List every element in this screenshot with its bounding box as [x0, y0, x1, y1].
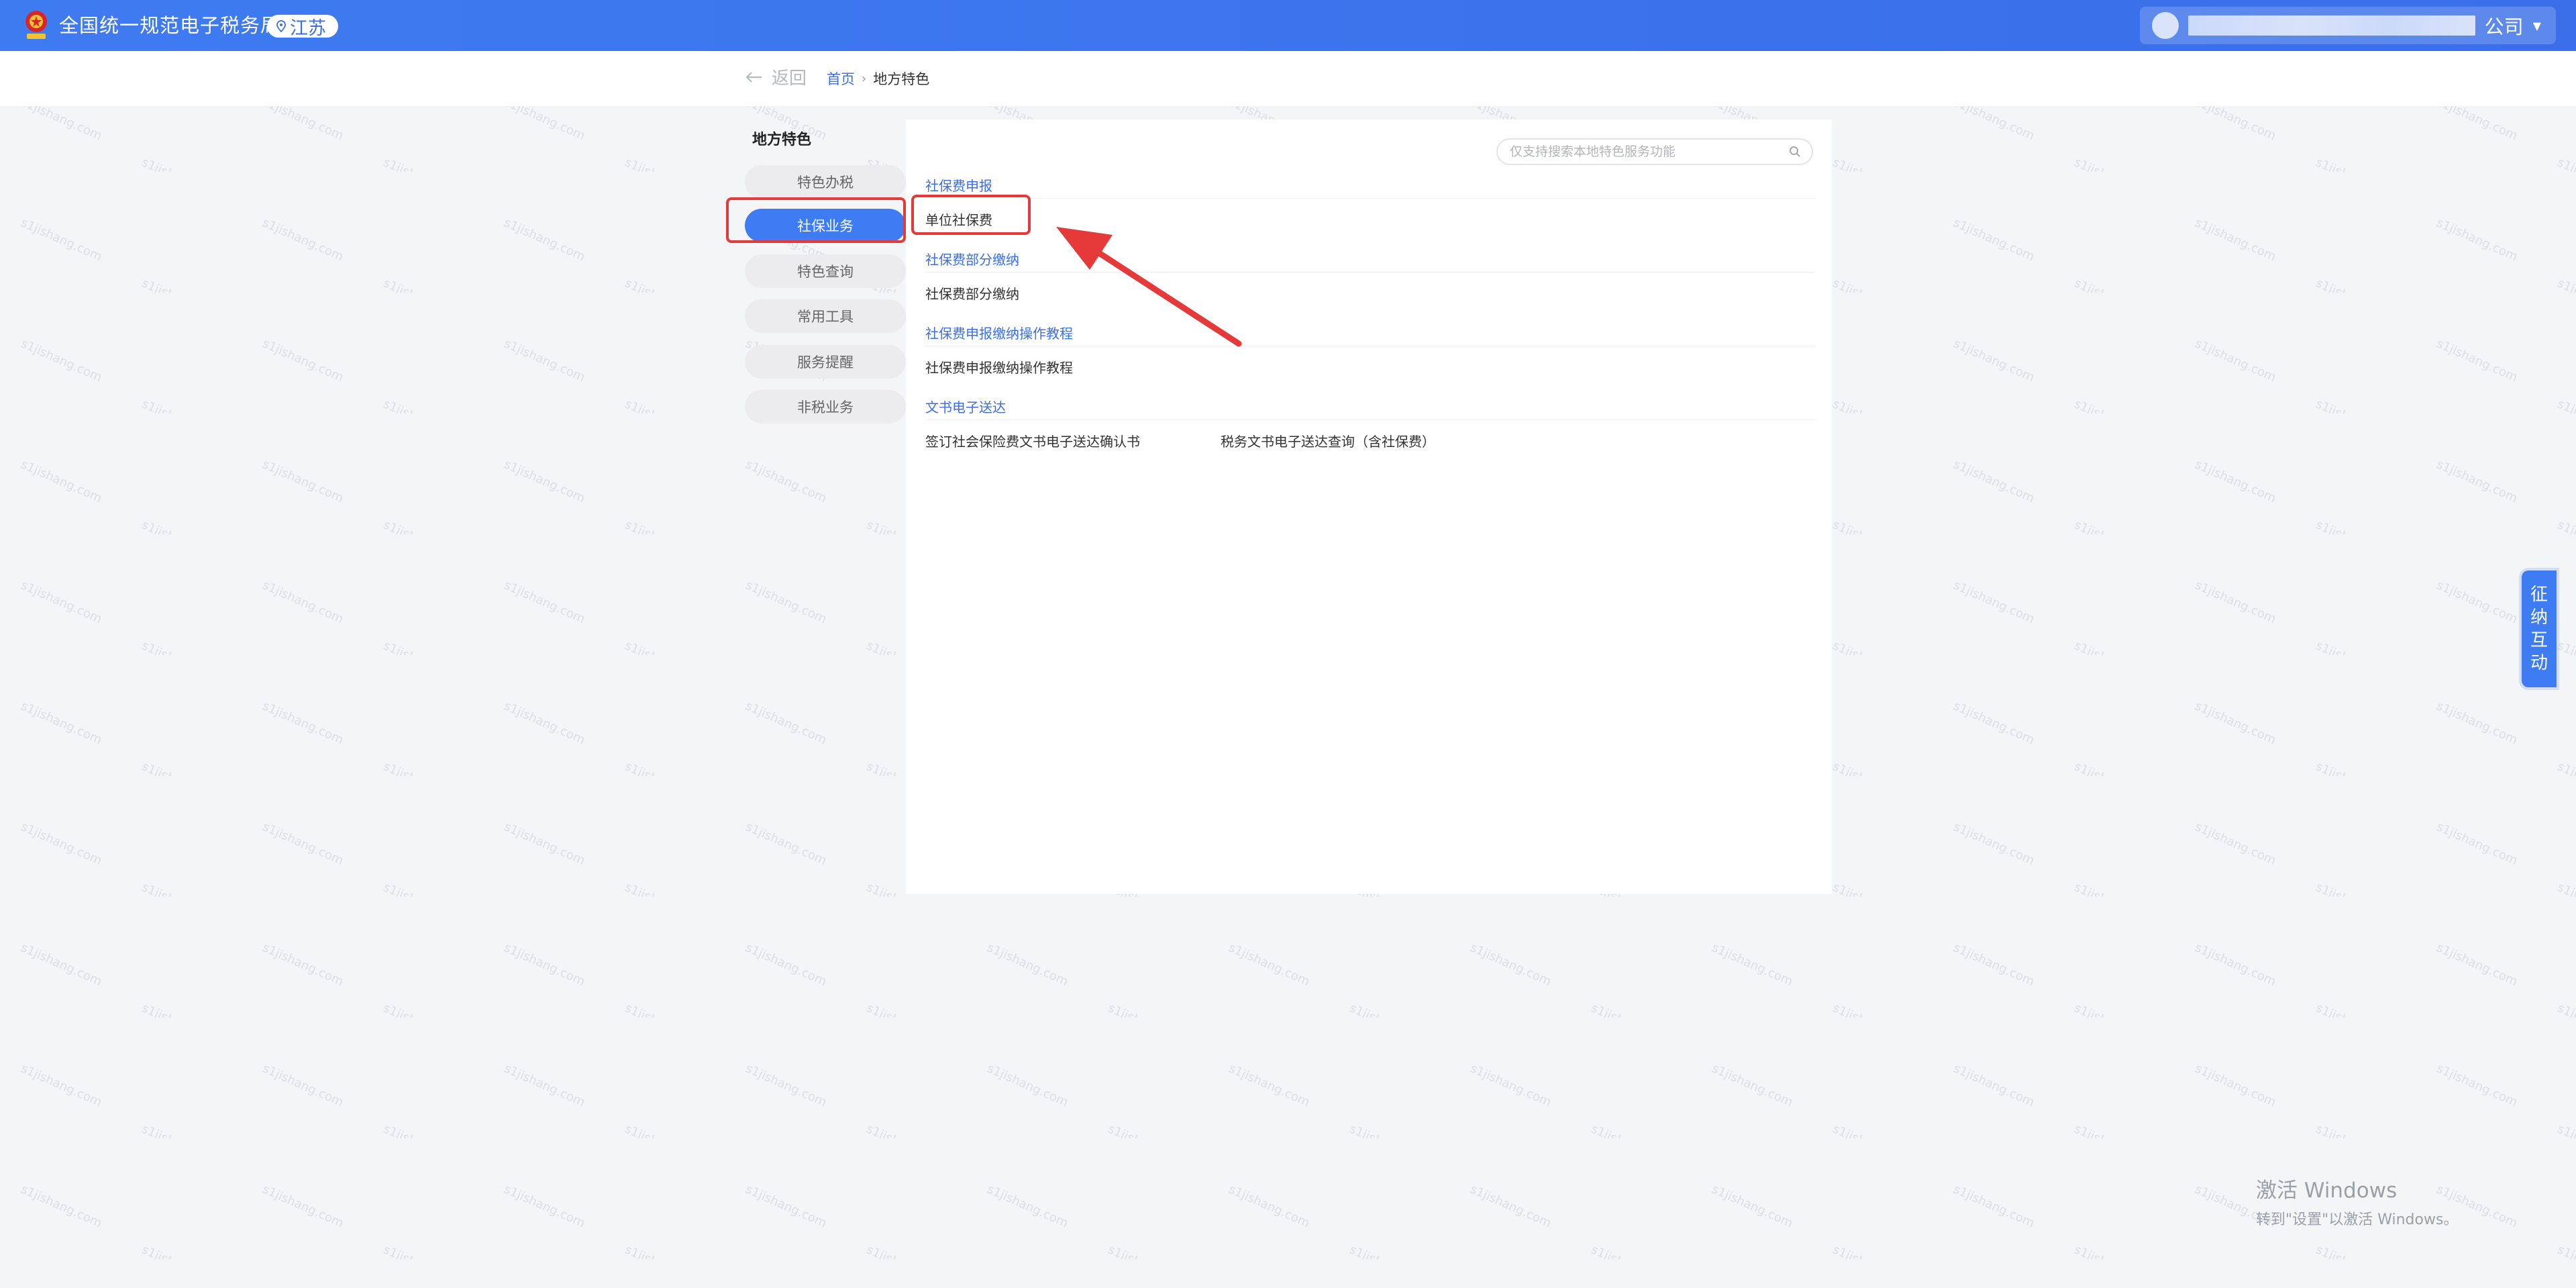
- back-label: 返回: [772, 68, 807, 89]
- menu-item-feishui-yewu[interactable]: 非税业务: [745, 390, 906, 424]
- section-title-shebaofei-shenbao: 社保费申报: [925, 178, 992, 194]
- float-button-char: 互: [2530, 630, 2548, 650]
- menu-item-changyong-gongju[interactable]: 常用工具: [745, 299, 906, 333]
- breadcrumb: 首页 › 地方特色: [827, 68, 929, 89]
- zhengna-hudong-float-button[interactable]: 征 纳 互 动: [2522, 571, 2557, 687]
- section-title-wenshu-dianzi-songda: 文书电子送达: [925, 399, 1006, 415]
- location-pin-icon: [276, 20, 286, 32]
- local-feature-search[interactable]: [1496, 138, 1813, 165]
- site-title[interactable]: 全国统一规范电子税务局: [59, 0, 280, 51]
- masked-company-name: [2188, 15, 2475, 36]
- search-icon[interactable]: [1789, 146, 1801, 158]
- link-shebaofei-bufen-jiaona[interactable]: 社保费部分缴纳: [925, 283, 1019, 303]
- caret-down-icon: ▼: [2532, 19, 2541, 32]
- annotation-arrow-icon: [1056, 227, 1242, 347]
- windows-activation-title: 激活 Windows: [2256, 1179, 2398, 1203]
- annotation-highlight-menu: [726, 197, 906, 243]
- menu-item-tese-banshui[interactable]: 特色办税: [745, 165, 906, 199]
- arrow-left-icon: [745, 71, 762, 83]
- section-divider: [925, 419, 1815, 420]
- menu-item-tese-chaxun[interactable]: 特色查询: [745, 254, 906, 288]
- menu-title: 地方特色: [752, 132, 812, 148]
- link-shuiwu-wenshu-songda-chaxun[interactable]: 税务文书电子送达查询（含社保费）: [1221, 431, 1435, 450]
- menu-item-fuwu-tixing[interactable]: 服务提醒: [745, 345, 906, 379]
- section-title-shebaofei-bufen-jiaona: 社保费部分缴纳: [925, 252, 1019, 268]
- breadcrumb-home-link[interactable]: 首页: [827, 68, 855, 89]
- float-button-char: 动: [2530, 653, 2548, 673]
- section-divider: [925, 198, 1815, 199]
- region-label: 江苏: [290, 17, 326, 39]
- avatar: [2152, 12, 2179, 39]
- windows-activation-hint: 转到"设置"以激活 Windows。: [2256, 1211, 2459, 1228]
- user-account-menu[interactable]: 公司 ▼: [2140, 7, 2556, 44]
- breadcrumb-current: 地方特色: [873, 71, 930, 87]
- tax-bureau-emblem-icon: [25, 11, 47, 39]
- back-button[interactable]: 返回: [745, 64, 807, 89]
- float-button-char: 纳: [2530, 607, 2548, 628]
- region-selector[interactable]: 江苏: [267, 15, 338, 39]
- breadcrumb-bar: [0, 51, 2576, 106]
- annotation-highlight-link: [911, 195, 1031, 235]
- link-qianding-songda-querenshu[interactable]: 签订社会保险费文书电子送达确认书: [925, 431, 1140, 450]
- chevron-right-icon: ›: [862, 71, 867, 86]
- windows-activation-notice: 激活 Windows 转到"设置"以激活 Windows。: [2256, 1173, 2458, 1229]
- search-input[interactable]: [1508, 144, 1789, 160]
- top-header: 全国统一规范电子税务局 江苏 公司 ▼: [0, 0, 2576, 51]
- float-button-char: 征: [2530, 585, 2548, 605]
- link-caozuo-jiaocheng[interactable]: 社保费申报缴纳操作教程: [925, 357, 1073, 377]
- company-suffix: 公司: [2484, 15, 2524, 38]
